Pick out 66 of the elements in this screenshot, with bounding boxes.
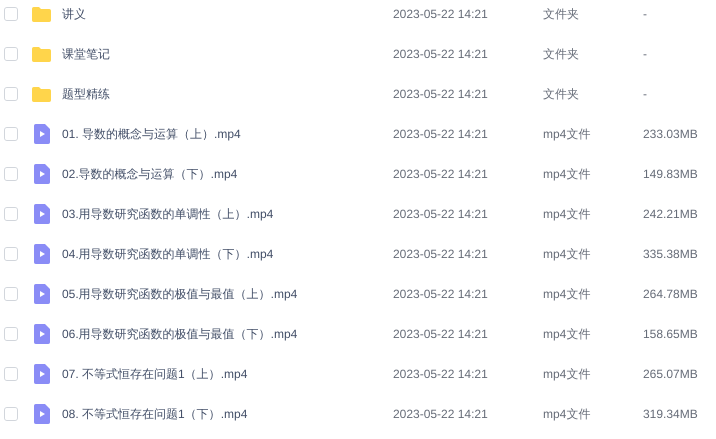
video-file-icon bbox=[34, 124, 50, 144]
file-type: mp4文件 bbox=[543, 286, 592, 302]
file-name[interactable]: 03.用导数研究函数的单调性（上）.mp4 bbox=[62, 206, 393, 222]
modified-date: 2023-05-22 14:21 bbox=[393, 367, 489, 381]
file-size: 242.21MB bbox=[643, 207, 699, 221]
checkbox[interactable] bbox=[4, 47, 18, 61]
file-type: 文件夹 bbox=[543, 86, 580, 102]
checkbox[interactable] bbox=[4, 327, 18, 341]
file-size: - bbox=[643, 7, 648, 21]
file-size: 264.78MB bbox=[643, 287, 699, 301]
file-name[interactable]: 06.用导数研究函数的极值与最值（下）.mp4 bbox=[62, 326, 393, 342]
video-file-icon bbox=[34, 324, 50, 344]
modified-date: 2023-05-22 14:21 bbox=[393, 127, 489, 141]
checkbox[interactable] bbox=[4, 247, 18, 261]
file-size: - bbox=[643, 47, 648, 61]
checkbox[interactable] bbox=[4, 367, 18, 381]
video-file-icon bbox=[34, 244, 50, 264]
file-name[interactable]: 08. 不等式恒存在问题1（下）.mp4 bbox=[62, 406, 393, 422]
video-file-icon bbox=[34, 284, 50, 304]
checkbox[interactable] bbox=[4, 407, 18, 421]
folder-icon bbox=[32, 6, 51, 22]
file-size: 265.07MB bbox=[643, 367, 699, 381]
checkbox[interactable] bbox=[4, 127, 18, 141]
file-type: 文件夹 bbox=[543, 6, 580, 22]
file-size: 335.38MB bbox=[643, 247, 699, 261]
file-size: 319.34MB bbox=[643, 407, 699, 421]
file-type: 文件夹 bbox=[543, 46, 580, 62]
file-name[interactable]: 07. 不等式恒存在问题1（上）.mp4 bbox=[62, 366, 393, 382]
video-file-icon bbox=[34, 164, 50, 184]
file-type: mp4文件 bbox=[543, 166, 592, 182]
file-type: mp4文件 bbox=[543, 246, 592, 262]
file-size: 158.65MB bbox=[643, 327, 699, 341]
file-type: mp4文件 bbox=[543, 366, 592, 382]
modified-date: 2023-05-22 14:21 bbox=[393, 287, 489, 301]
file-name[interactable]: 04.用导数研究函数的单调性（下）.mp4 bbox=[62, 246, 393, 262]
file-name[interactable]: 05.用导数研究函数的极值与最值（上）.mp4 bbox=[62, 286, 393, 302]
video-file-icon bbox=[34, 364, 50, 384]
file-type: mp4文件 bbox=[543, 126, 592, 142]
file-size: 233.03MB bbox=[643, 127, 699, 141]
file-name[interactable]: 01. 导数的概念与运算（上）.mp4 bbox=[62, 126, 393, 142]
modified-date: 2023-05-22 14:21 bbox=[393, 247, 489, 261]
checkbox[interactable] bbox=[4, 167, 18, 181]
file-type: mp4文件 bbox=[543, 326, 592, 342]
modified-date: 2023-05-22 14:21 bbox=[393, 167, 489, 181]
file-size: - bbox=[643, 87, 648, 101]
modified-date: 2023-05-22 14:21 bbox=[393, 47, 489, 61]
modified-date: 2023-05-22 14:21 bbox=[393, 7, 489, 21]
video-file-icon bbox=[34, 404, 50, 424]
modified-date: 2023-05-22 14:21 bbox=[393, 407, 489, 421]
file-type: mp4文件 bbox=[543, 406, 592, 422]
file-name[interactable]: 题型精练 bbox=[62, 86, 393, 102]
file-size: 149.83MB bbox=[643, 167, 699, 181]
folder-icon bbox=[32, 46, 51, 62]
modified-date: 2023-05-22 14:21 bbox=[393, 207, 489, 221]
checkbox[interactable] bbox=[4, 207, 18, 221]
file-name[interactable]: 02.导数的概念与运算（下）.mp4 bbox=[62, 166, 393, 182]
checkbox[interactable] bbox=[4, 87, 18, 101]
file-type: mp4文件 bbox=[543, 206, 592, 222]
folder-icon bbox=[32, 86, 51, 102]
file-name[interactable]: 课堂笔记 bbox=[62, 46, 393, 62]
file-name[interactable]: 讲义 bbox=[62, 6, 393, 22]
modified-date: 2023-05-22 14:21 bbox=[393, 87, 489, 101]
checkbox[interactable] bbox=[4, 287, 18, 301]
checkbox[interactable] bbox=[4, 7, 18, 21]
video-file-icon bbox=[34, 204, 50, 224]
modified-date: 2023-05-22 14:21 bbox=[393, 327, 489, 341]
